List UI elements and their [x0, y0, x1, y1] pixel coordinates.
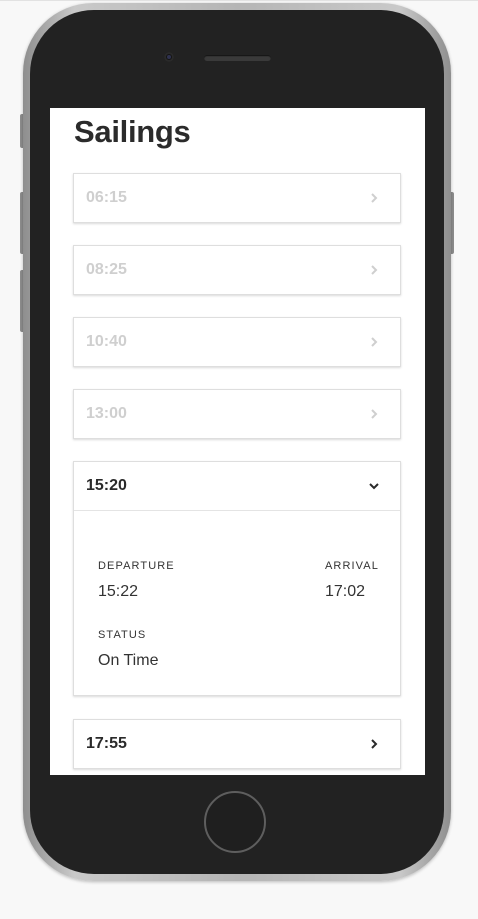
- front-camera: [164, 52, 174, 62]
- status-label: STATUS: [98, 629, 147, 641]
- sailing-item-1755[interactable]: 17:55: [73, 719, 401, 769]
- chevron-down-icon: [369, 483, 379, 490]
- sailing-item-0825[interactable]: 08:25: [73, 245, 401, 295]
- sailing-header[interactable]: 17:55: [74, 720, 400, 768]
- departure-value: 15:22: [98, 583, 139, 600]
- sailing-header[interactable]: 06:15: [74, 174, 400, 222]
- chevron-right-icon: [371, 193, 378, 203]
- sailing-item-1040[interactable]: 10:40: [73, 317, 401, 367]
- chevron-right-icon: [371, 409, 378, 419]
- page-top-rule: [0, 0, 478, 1]
- sailing-time: 13:00: [86, 405, 127, 422]
- chevron-right-icon: [371, 265, 378, 275]
- status-value: On Time: [98, 652, 159, 669]
- sailing-item-0615[interactable]: 06:15: [73, 173, 401, 223]
- arrival-label: ARRIVAL: [325, 560, 379, 572]
- sailing-item-1300[interactable]: 13:00: [73, 389, 401, 439]
- sailing-time: 17:55: [86, 735, 127, 752]
- sailing-details: DEPARTURE 15:22 ARRIVAL 17:02 STATUS On …: [74, 510, 400, 695]
- sailing-time: 08:25: [86, 261, 127, 278]
- sailing-header[interactable]: 13:00: [74, 390, 400, 438]
- sailing-time: 10:40: [86, 333, 127, 350]
- chevron-right-icon: [371, 337, 378, 347]
- page-title: Sailings: [74, 114, 191, 149]
- phone-screen: Sailings 06:15 08:25 10:40 13:00 15:20 D…: [50, 108, 425, 775]
- sailing-header[interactable]: 10:40: [74, 318, 400, 366]
- chevron-right-icon: [371, 739, 378, 749]
- sailing-time: 15:20: [86, 477, 127, 494]
- sailing-time: 06:15: [86, 189, 127, 206]
- sailing-header[interactable]: 08:25: [74, 246, 400, 294]
- arrival-value: 17:02: [325, 583, 366, 600]
- sailing-item-1520-expanded[interactable]: 15:20 DEPARTURE 15:22 ARRIVAL 17:02 STAT…: [73, 461, 401, 696]
- home-button: [204, 791, 266, 853]
- earpiece-speaker: [204, 55, 271, 61]
- sailing-header[interactable]: 15:20: [74, 462, 400, 510]
- departure-label: DEPARTURE: [98, 560, 175, 572]
